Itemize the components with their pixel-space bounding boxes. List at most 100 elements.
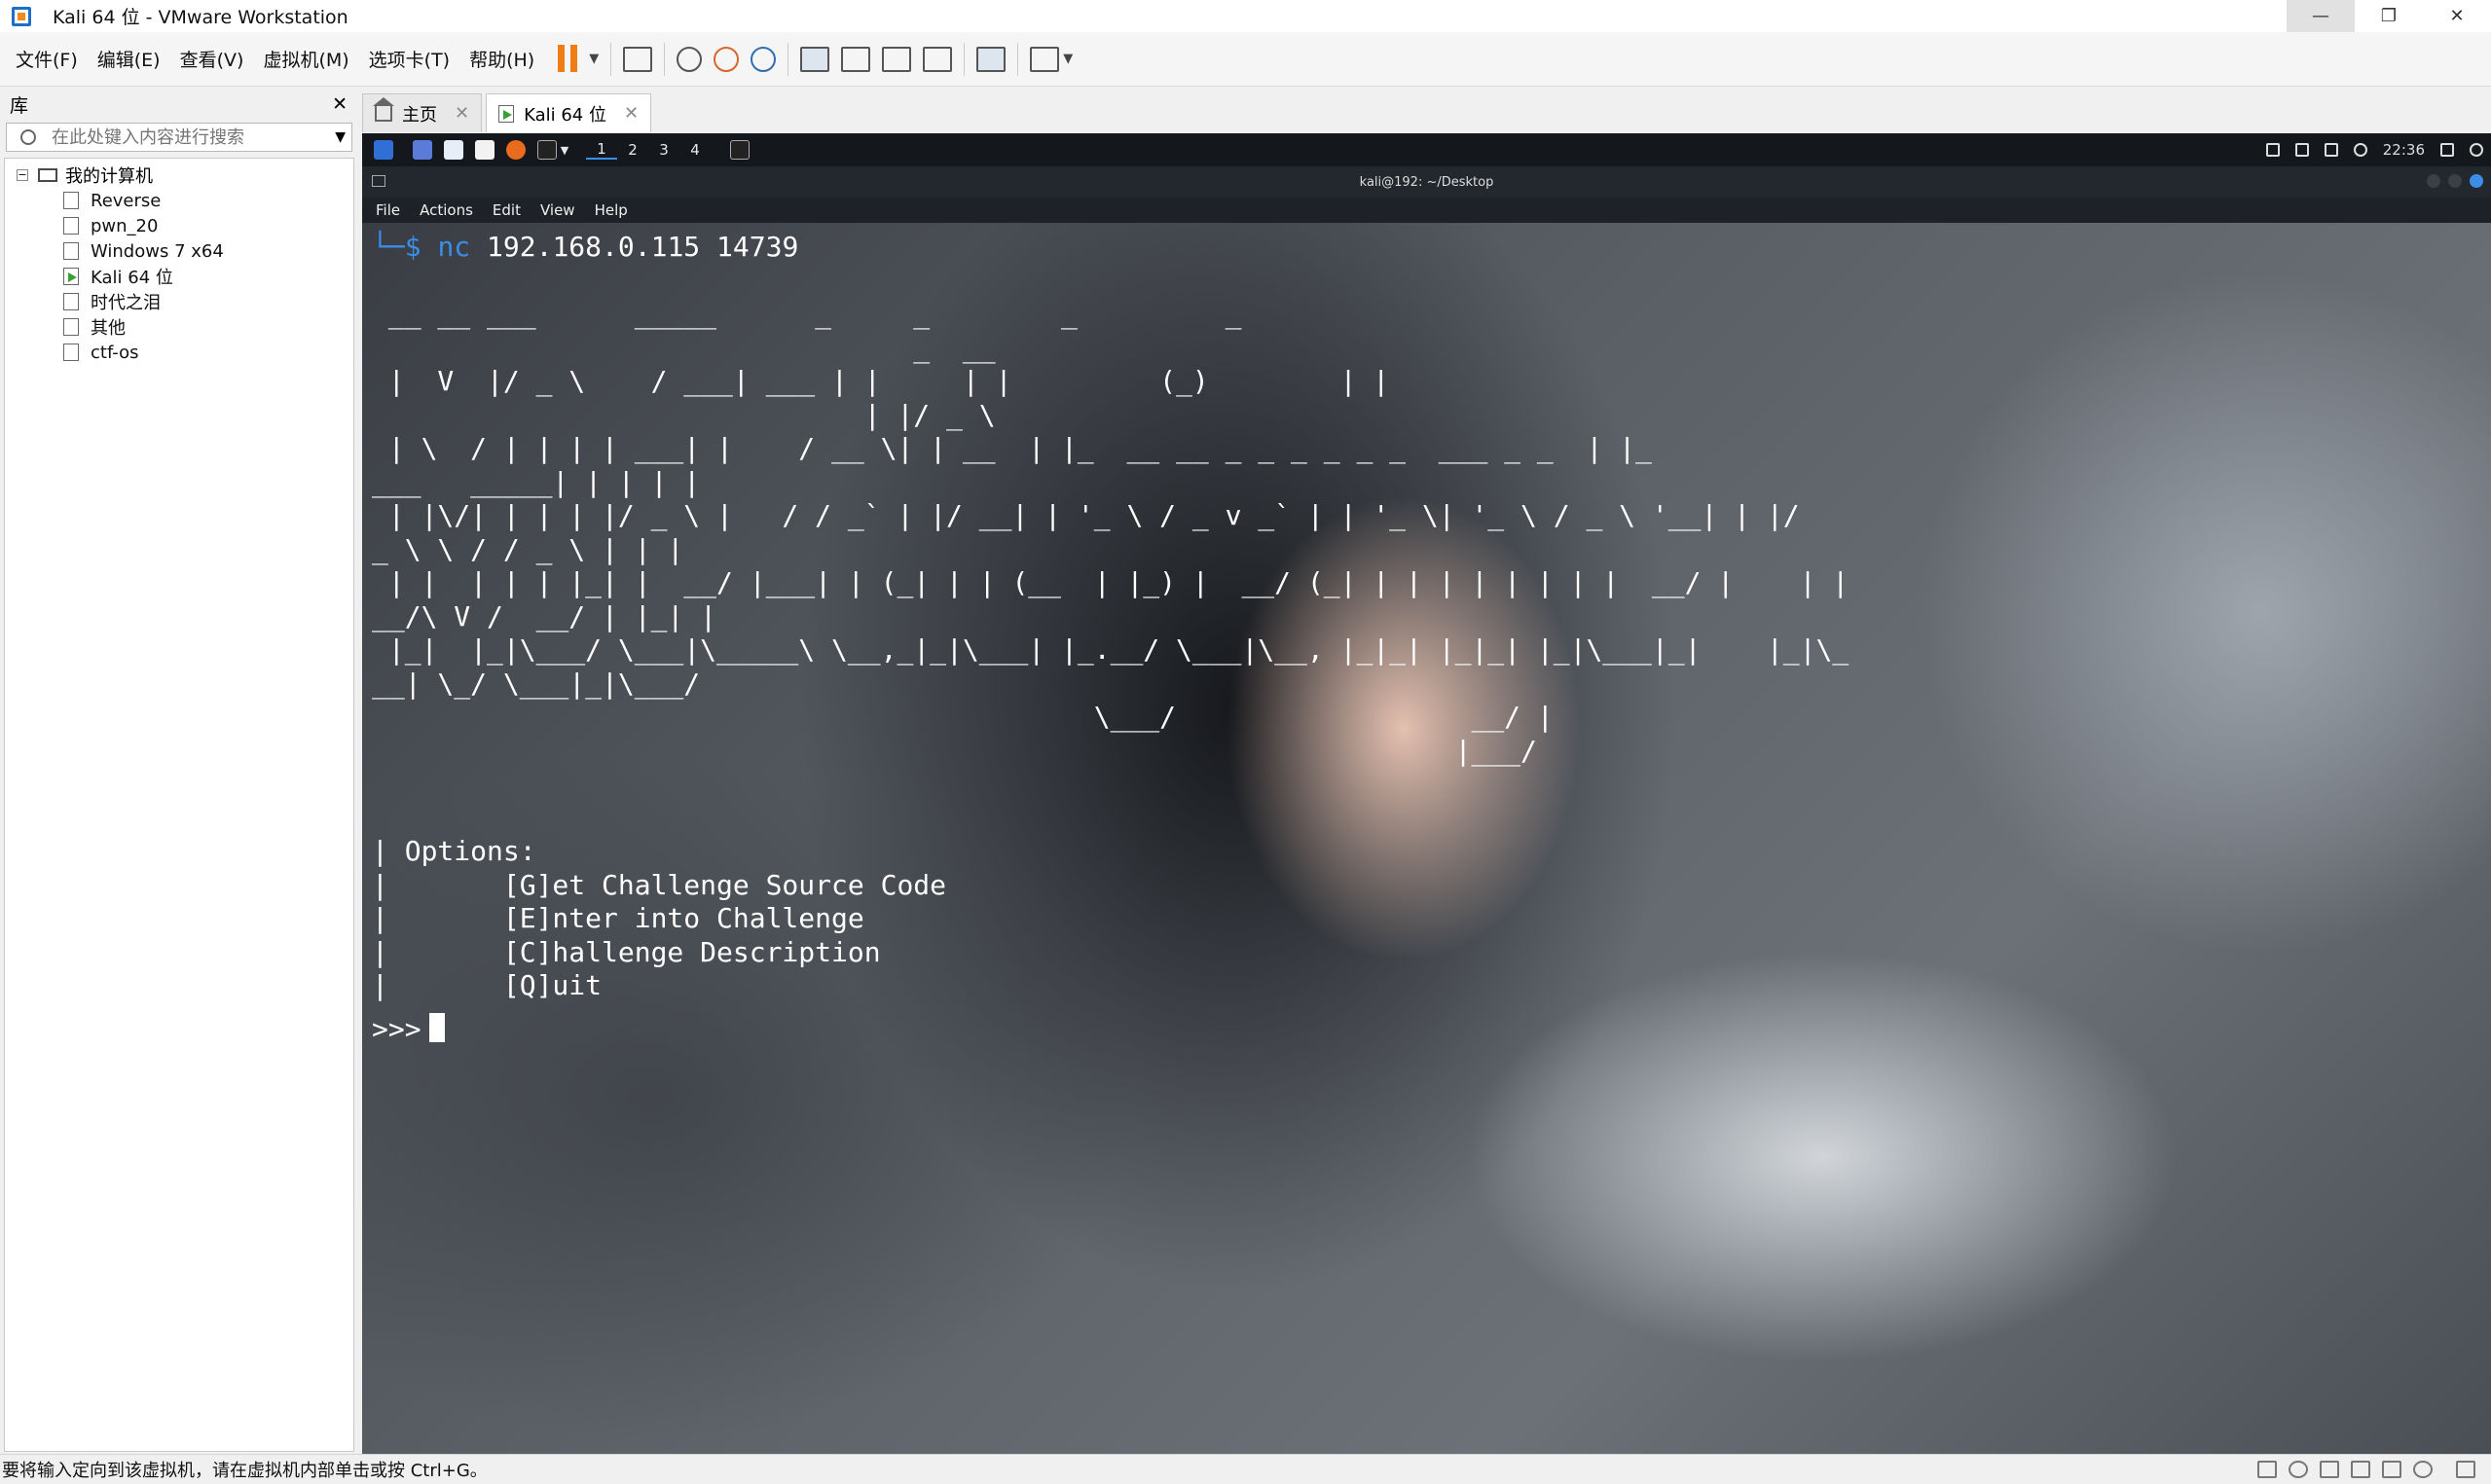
terminal-menu-file[interactable]: File [376, 201, 400, 219]
window-controls: — ❐ ✕ [2287, 0, 2491, 32]
restore-button[interactable]: ❐ [2355, 0, 2423, 32]
workspace-2[interactable]: 2 [617, 141, 648, 159]
fullscreen-button[interactable] [882, 40, 912, 79]
tree-root-my-computer[interactable]: − 我的计算机 [5, 163, 353, 188]
tab-kali[interactable]: Kali 64 位 ✕ [486, 93, 652, 132]
minimize-button[interactable]: — [2287, 0, 2355, 32]
tree-item-label: pwn_20 [91, 215, 159, 236]
console-icon [976, 46, 1007, 72]
network-icon[interactable] [2320, 1461, 2339, 1478]
tree-item-windows7[interactable]: Windows 7 x64 [5, 238, 353, 264]
show-library-button[interactable] [800, 40, 830, 79]
tree-item-reverse[interactable]: Reverse [5, 188, 353, 213]
terminal-launcher-icon[interactable] [537, 140, 557, 160]
vm-icon [63, 318, 79, 336]
command-args: 192.168.0.115 14739 [487, 231, 799, 263]
message-log-icon[interactable] [2456, 1461, 2475, 1478]
tree-item-other[interactable]: 其他 [5, 314, 353, 340]
window-title: Kali 64 位 - VMware Workstation [53, 7, 348, 28]
tree-item-label: ctf-os [91, 342, 139, 363]
terminal-menu-actions[interactable]: Actions [420, 201, 473, 219]
workspace-4[interactable]: 4 [679, 141, 711, 159]
workspace-3[interactable]: 3 [648, 141, 679, 159]
unity-button[interactable] [923, 40, 953, 79]
firefox-icon[interactable] [506, 140, 526, 160]
keyboard-icon [623, 46, 653, 72]
terminal-menu-edit[interactable]: Edit [493, 201, 521, 219]
chevron-down-icon[interactable]: ▼ [557, 144, 572, 157]
tree-item-label: 时代之泪 [91, 293, 161, 313]
thumbnail-bar-button[interactable] [841, 40, 871, 79]
text-editor-icon[interactable] [475, 140, 495, 160]
tree-item-pwn20[interactable]: pwn_20 [5, 213, 353, 238]
terminal-maximize-icon[interactable] [2448, 174, 2462, 188]
console-view-button[interactable] [976, 40, 1007, 79]
tree-item-label: Windows 7 x64 [91, 240, 224, 262]
snapshot-button[interactable] [677, 40, 703, 79]
terminal-titlebar: kali@192: ~/Desktop [362, 166, 2491, 198]
workspace-1[interactable]: 1 [586, 140, 617, 160]
usb-icon[interactable] [2351, 1461, 2370, 1478]
chevron-down-icon[interactable]: ▼ [335, 129, 346, 145]
tree-item-label: Reverse [91, 190, 162, 211]
close-window-button[interactable]: ✕ [2423, 0, 2491, 32]
menu-view[interactable]: 查看(V) [180, 46, 244, 72]
display-icon[interactable] [2265, 143, 2280, 157]
status-bar: 要将输入定向到该虚拟机，请在虚拟机内部单击或按 Ctrl+G。 [0, 1454, 2491, 1484]
clock-time[interactable]: 22:36 [2383, 141, 2425, 159]
hard-disk-icon[interactable] [2257, 1461, 2277, 1478]
library-search[interactable]: ▼ [6, 123, 352, 152]
terminal-window-icon[interactable] [730, 140, 750, 160]
vm-console[interactable]: ▼ 1 2 3 4 22:36 kali@192: ~/Desktop File… [362, 133, 2491, 1454]
revert-icon [714, 46, 740, 72]
revert-snapshot-button[interactable] [714, 40, 740, 79]
option-get-source: | [G]et Challenge Source Code [372, 868, 947, 901]
input-line[interactable]: >>> [372, 1012, 2484, 1047]
kali-menu-icon[interactable] [374, 140, 393, 160]
terminal-minimize-icon[interactable] [2427, 174, 2440, 188]
tab-label: Kali 64 位 [524, 104, 606, 126]
vm-icon [63, 293, 79, 310]
power-icon[interactable] [2470, 143, 2483, 157]
terminal-menu-help[interactable]: Help [595, 201, 628, 219]
tree-item-kali[interactable]: Kali 64 位 [5, 264, 353, 289]
library-search-input[interactable] [52, 127, 324, 148]
tab-bar: 主页 ✕ Kali 64 位 ✕ [362, 90, 655, 132]
collapse-icon[interactable]: − [17, 169, 28, 181]
menu-help[interactable]: 帮助(H) [469, 46, 534, 72]
clock-icon [2353, 143, 2367, 157]
cd-rom-icon[interactable] [2289, 1461, 2308, 1478]
printer-icon[interactable] [2413, 1461, 2433, 1478]
library-close-icon[interactable]: ✕ [332, 93, 348, 115]
file-manager-icon[interactable] [444, 140, 463, 160]
terminal-close-icon[interactable] [2470, 174, 2483, 188]
suspend-button[interactable]: ▼ [558, 40, 599, 79]
terminal-menu-view[interactable]: View [540, 201, 575, 219]
volume-icon[interactable] [2294, 143, 2309, 157]
vm-icon [63, 344, 79, 361]
vm-icon [63, 217, 79, 235]
menu-edit[interactable]: 编辑(E) [97, 46, 161, 72]
close-tab-icon[interactable]: ✕ [624, 103, 639, 124]
menu-vm[interactable]: 虚拟机(M) [263, 46, 348, 72]
menu-file[interactable]: 文件(F) [16, 46, 78, 72]
terminal-icon [372, 175, 385, 187]
menu-tabs[interactable]: 选项卡(T) [369, 46, 450, 72]
tab-home[interactable]: 主页 ✕ [362, 93, 483, 132]
show-desktop-icon[interactable] [413, 140, 432, 160]
toolbar-separator [964, 42, 966, 76]
options-heading: | Options: [372, 835, 536, 867]
terminal-output[interactable]: └─$ nc 192.168.0.115 14739 __ __ ___ ___… [372, 231, 2484, 1046]
close-tab-icon[interactable]: ✕ [455, 103, 469, 124]
lock-icon[interactable] [2440, 143, 2454, 157]
tree-item-ctfos[interactable]: ctf-os [5, 340, 353, 365]
library-title: 库 [10, 94, 29, 117]
sound-icon[interactable] [2382, 1461, 2401, 1478]
library-panel: 库 ✕ ▼ − 我的计算机 Reverse pwn_20 Windows 7 x… [0, 88, 357, 1454]
stretch-guest-button[interactable]: ▼ [1030, 40, 1073, 79]
snapshot-manager-button[interactable] [751, 40, 777, 79]
text-cursor [428, 1012, 445, 1042]
tree-item-shidai[interactable]: 时代之泪 [5, 289, 353, 314]
notification-icon[interactable] [2324, 143, 2338, 157]
send-ctrl-alt-del-button[interactable] [623, 40, 653, 79]
